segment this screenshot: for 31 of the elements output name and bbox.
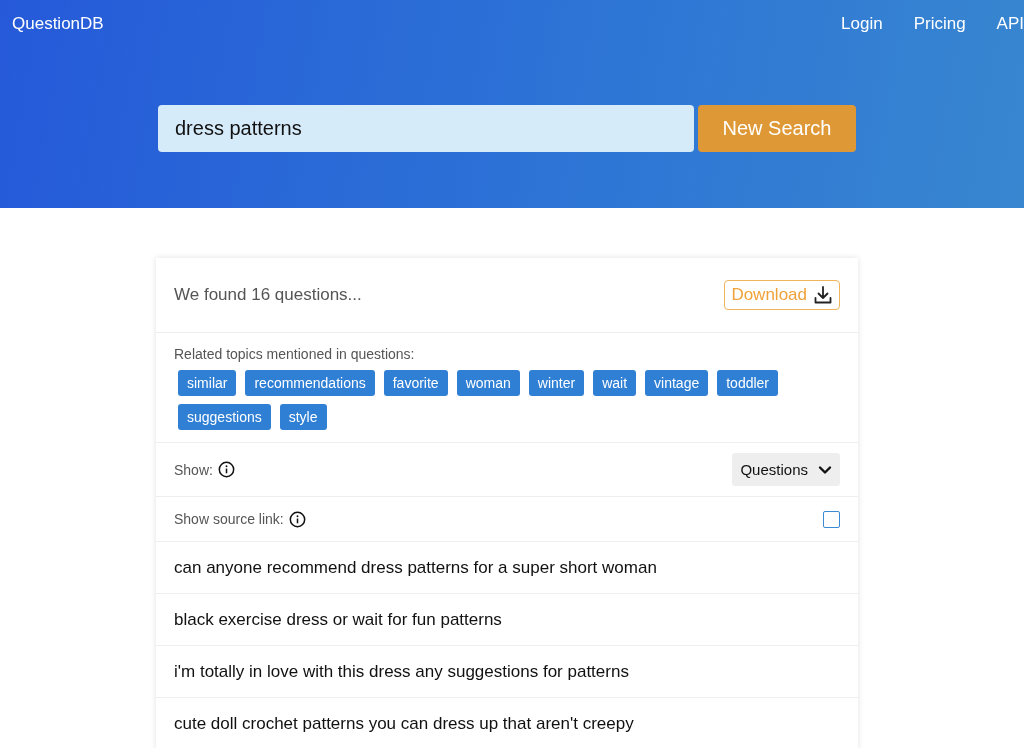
download-button[interactable]: Download [724,280,840,310]
site-logo[interactable]: QuestionDB [12,14,104,34]
topic-tag[interactable]: favorite [383,370,448,396]
question-text[interactable]: i'm totally in love with this dress any suggestions for patterns [174,661,629,682]
show-label: Show: [174,461,213,478]
chevron-down-icon [818,464,832,475]
download-icon [813,285,833,305]
topic-tag[interactable]: style [279,404,327,430]
topic-tag[interactable]: suggestions [178,404,271,430]
source-link-checkbox[interactable] [823,510,840,528]
topic-tag[interactable]: recommendations [245,370,375,396]
topic-tag[interactable]: wait [593,370,637,396]
search-field[interactable]: dress patterns [158,105,694,152]
info-icon[interactable] [288,510,306,528]
question-text[interactable]: black exercise dress or wait for fun patterns [174,609,502,630]
info-icon[interactable] [217,461,235,478]
nav-link[interactable]: API [996,14,1024,34]
topic-tag[interactable]: vintage [645,370,709,396]
results-summary: We found 16 questions... [174,285,362,305]
question-text[interactable]: can anyone recommend dress patterns for a super short woman [174,557,657,578]
question-text[interactable]: cute doll crochet patterns you can dress up that aren't creepy [174,713,634,734]
topics-label: Related topics mentioned in questions: [174,346,415,362]
topic-tag[interactable]: woman [456,370,520,396]
nav-link[interactable]: Login [841,14,883,34]
topic-tag[interactable]: toddler [717,370,779,396]
topic-tag[interactable]: winter [528,370,585,396]
topic-tag[interactable]: similar [178,370,237,396]
source-link-label: Show source link: [174,511,284,527]
show-dropdown[interactable]: Questions [732,453,840,486]
nav-link[interactable]: Pricing [913,14,966,34]
new-search-button[interactable]: New Search [698,105,856,152]
